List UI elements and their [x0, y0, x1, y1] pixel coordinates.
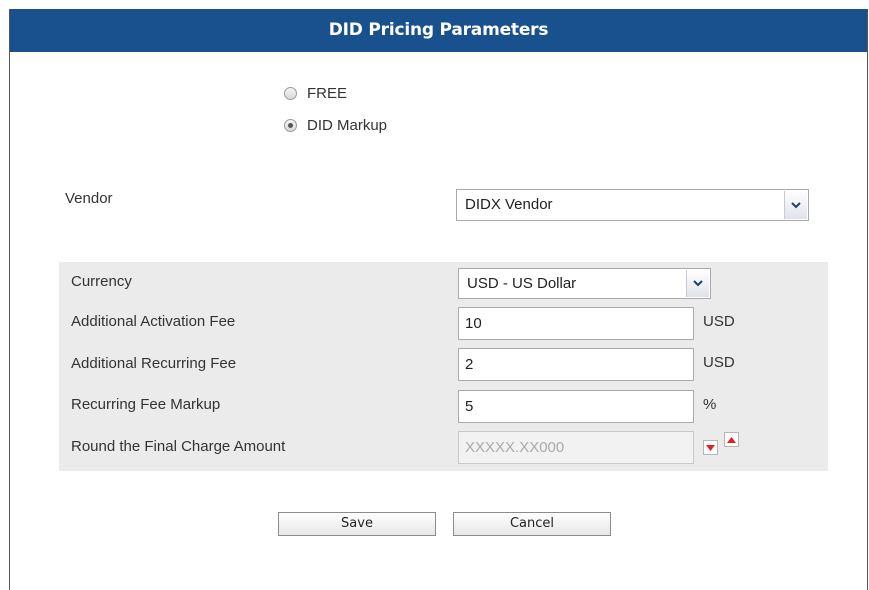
chevron-down-icon[interactable]: [686, 270, 709, 297]
recurring-markup-input[interactable]: 5: [458, 390, 694, 423]
vendor-select-value: DIDX Vendor: [465, 196, 553, 213]
vendor-select[interactable]: DIDX Vendor: [456, 189, 809, 221]
recurring-markup-unit: %: [703, 396, 717, 413]
radio-did-markup[interactable]: [284, 119, 297, 132]
cancel-button[interactable]: Cancel: [453, 512, 611, 536]
activation-fee-input[interactable]: 10: [458, 307, 694, 340]
round-charge-input[interactable]: XXXXX.XX000: [458, 431, 694, 464]
fee-settings-section: Currency USD - US Dollar Additional Acti…: [59, 262, 828, 471]
currency-select[interactable]: USD - US Dollar: [458, 268, 711, 299]
recurring-fee-label: Additional Recurring Fee: [71, 355, 237, 372]
currency-select-value: USD - US Dollar: [467, 275, 577, 292]
did-pricing-dialog: DID Pricing Parameters FREE DID Markup V…: [9, 9, 868, 590]
radio-free-label: FREE: [307, 85, 348, 102]
radio-option-did-markup[interactable]: DID Markup: [284, 117, 387, 134]
arrow-up-icon: [727, 436, 736, 443]
dialog-title: DID Pricing Parameters: [10, 9, 867, 52]
save-button[interactable]: Save: [278, 512, 436, 536]
round-charge-label: Round the Final Charge Amount: [71, 438, 286, 455]
recurring-markup-label: Recurring Fee Markup: [71, 396, 221, 413]
recurring-fee-input[interactable]: 2: [458, 348, 694, 381]
arrow-down-icon: [706, 444, 715, 451]
vendor-label: Vendor: [65, 190, 113, 207]
activation-fee-label: Additional Activation Fee: [71, 313, 236, 330]
activation-fee-unit: USD: [703, 313, 735, 330]
chevron-down-icon[interactable]: [784, 191, 807, 219]
radio-option-free[interactable]: FREE: [284, 85, 347, 102]
radio-free[interactable]: [284, 87, 297, 100]
currency-label: Currency: [71, 273, 132, 290]
radio-did-markup-label: DID Markup: [307, 117, 388, 134]
round-decrease-button[interactable]: [703, 440, 718, 455]
round-increase-button[interactable]: [724, 432, 739, 447]
recurring-fee-unit: USD: [703, 354, 735, 371]
